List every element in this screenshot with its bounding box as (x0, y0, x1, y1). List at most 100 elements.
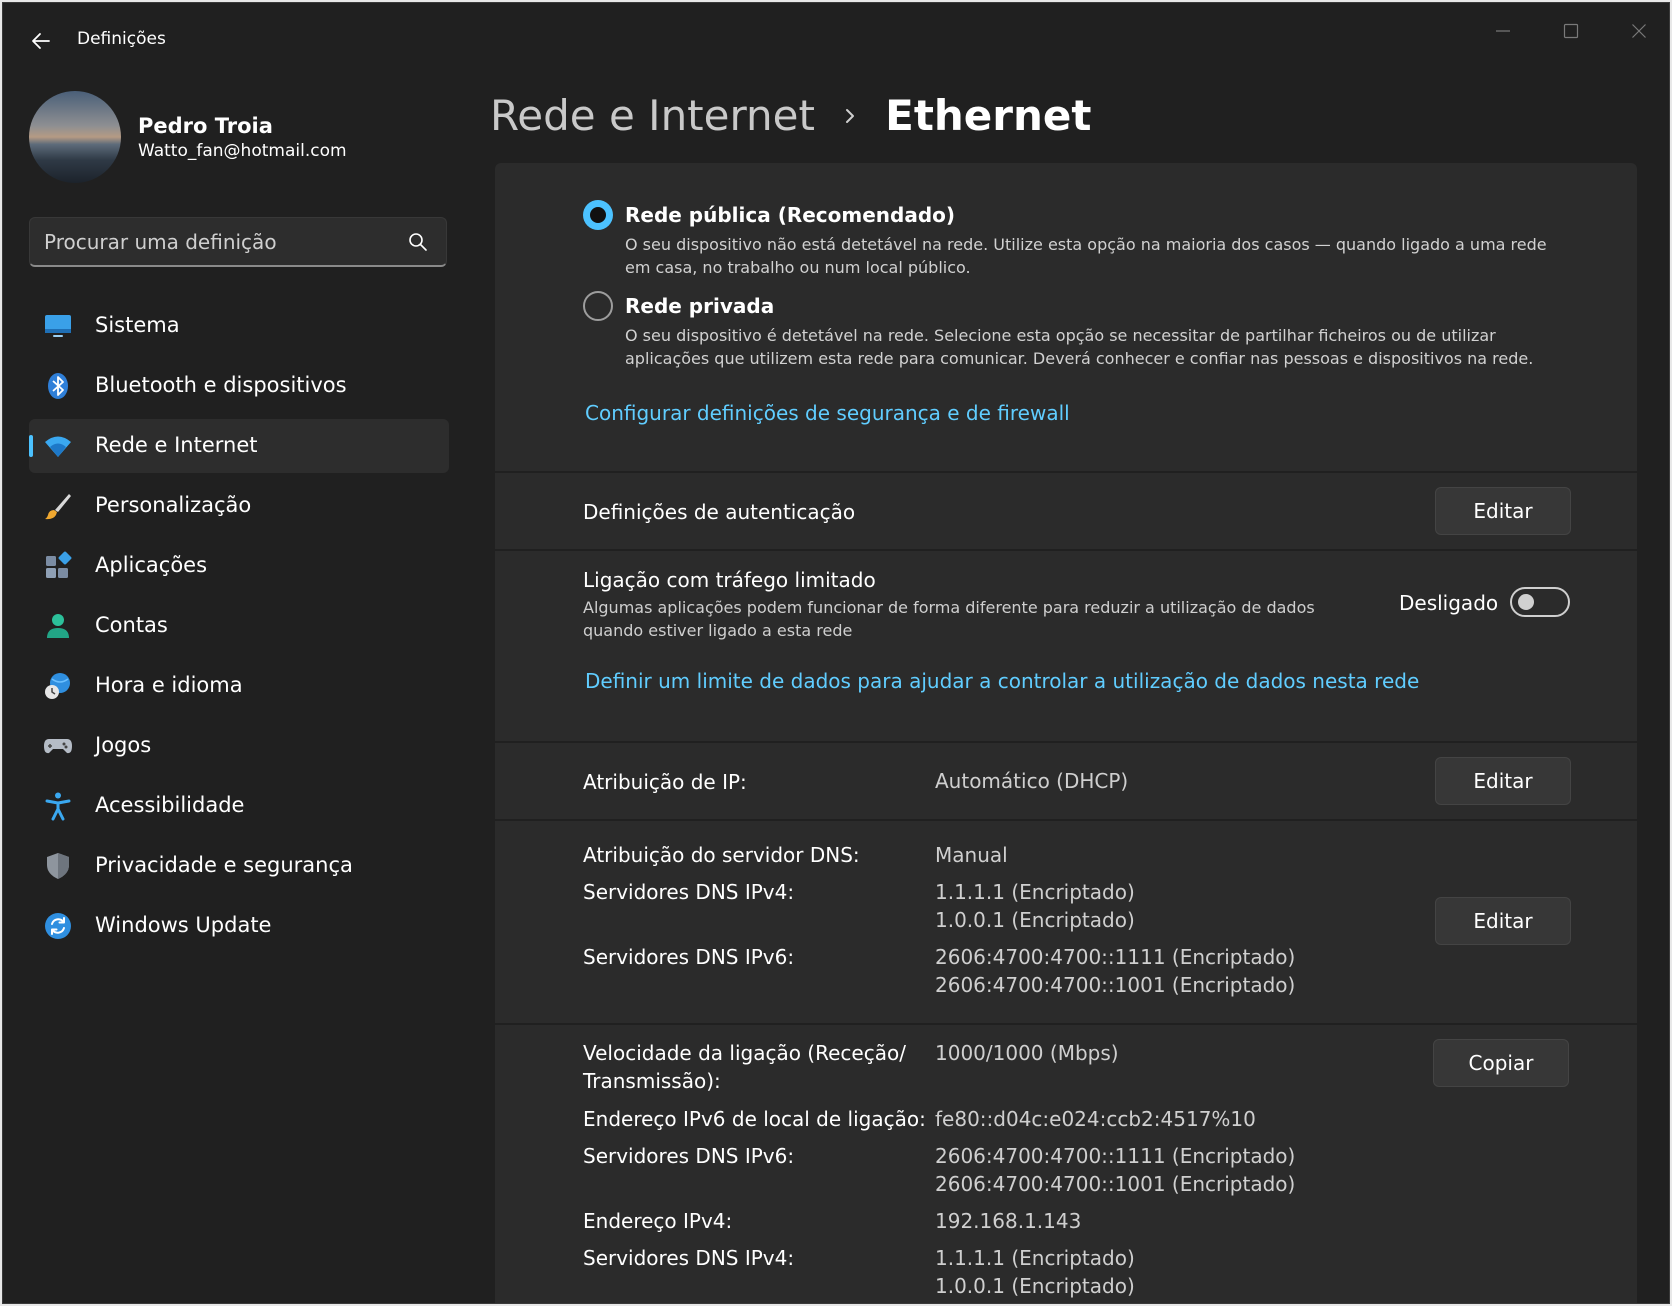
avatar[interactable] (29, 91, 121, 183)
private-network-title: Rede privada (625, 294, 775, 318)
dns-assignment-label: Atribuição do servidor DNS: (583, 843, 860, 867)
dns-ipv4-value-2: 1.0.0.1 (Encriptado) (935, 908, 1135, 932)
dns-ipv4-value-1: 1.1.1.1 (Encriptado) (935, 880, 1135, 904)
bluetooth-icon (48, 373, 68, 399)
network-profile-card: Rede pública (Recomendado) O seu disposi… (495, 163, 1637, 471)
close-button[interactable] (1617, 15, 1661, 45)
sidebar-item-label: Sistema (95, 313, 180, 337)
sidebar-item-label: Rede e Internet (95, 433, 258, 457)
edit-ip-button[interactable]: Editar (1435, 757, 1571, 805)
link-speed-value: 1000/1000 (Mbps) (935, 1041, 1119, 1065)
public-network-radio[interactable] (583, 200, 613, 230)
apps-icon (46, 551, 72, 578)
back-button[interactable] (25, 25, 57, 57)
metered-toggle-state: Desligado (1399, 591, 1499, 615)
edit-auth-button[interactable]: Editar (1435, 487, 1571, 535)
sidebar-item-sistema[interactable]: Sistema (29, 299, 449, 353)
dns-assignment-value: Manual (935, 843, 1008, 867)
sidebar-item-label: Jogos (95, 733, 152, 757)
prop-dns-ipv6-label: Servidores DNS IPv6: (583, 1144, 795, 1168)
sidebar-item-label: Acessibilidade (95, 793, 245, 817)
ip-assignment-label: Atribuição de IP: (583, 770, 747, 794)
wifi-icon (45, 436, 71, 457)
sidebar-item-label: Contas (95, 613, 168, 637)
ip-assignment-card: Atribuição de IP: Automático (DHCP) Edit… (495, 743, 1637, 819)
breadcrumb: Rede e Internet Ethernet (490, 91, 1091, 147)
sidebar-item-bluetooth[interactable]: Bluetooth e dispositivos (29, 359, 449, 413)
data-limit-link[interactable]: Definir um limite de dados para ajudar a… (585, 669, 1419, 693)
maximize-icon (1563, 23, 1579, 39)
properties-card: Velocidade da ligação (Receção/ Transmis… (495, 1025, 1637, 1303)
dns-ipv6-label: Servidores DNS IPv6: (583, 945, 795, 969)
sidebar-item-label: Windows Update (95, 913, 272, 937)
auth-settings-label: Definições de autenticação (583, 500, 856, 524)
prop-dns-ipv4-value-1: 1.1.1.1 (Encriptado) (935, 1246, 1135, 1270)
sidebar-nav: Sistema Bluetooth e dispositivos Rede e … (29, 299, 449, 959)
close-icon (1632, 24, 1646, 38)
sidebar-item-label: Aplicações (95, 553, 208, 577)
paintbrush-icon (45, 494, 71, 520)
sidebar-item-personalizacao[interactable]: Personalização (29, 479, 449, 533)
accessibility-icon (45, 792, 71, 821)
minimize-button[interactable] (1481, 15, 1525, 45)
prop-dns-ipv4-label: Servidores DNS IPv4: (583, 1246, 795, 1270)
private-network-radio[interactable] (583, 291, 613, 321)
search-box[interactable] (29, 217, 447, 267)
gamepad-icon (44, 739, 72, 754)
chevron-right-icon (820, 105, 880, 126)
title-bar: Definições (3, 3, 1669, 77)
prop-dns-ipv4-value-2: 1.0.0.1 (Encriptado) (935, 1274, 1135, 1298)
sidebar-item-windows-update[interactable]: Windows Update (29, 899, 449, 953)
prop-dns-ipv6-value-1: 2606:4700:4700::1111 (Encriptado) (935, 1144, 1296, 1168)
sidebar-item-acessibilidade[interactable]: Acessibilidade (29, 779, 449, 833)
search-icon[interactable] (408, 232, 428, 252)
metered-connection-desc: Algumas aplicações podem funcionar de fo… (583, 598, 1315, 640)
sidebar-item-label: Hora e idioma (95, 673, 243, 697)
sidebar-item-label: Privacidade e segurança (95, 853, 353, 877)
dns-card: Atribuição do servidor DNS: Manual Servi… (495, 821, 1637, 1023)
metered-connection-card: Ligação com tráfego limitado Algumas apl… (495, 551, 1637, 741)
sidebar-item-aplicacoes[interactable]: Aplicações (29, 539, 449, 593)
page-title: Ethernet (885, 91, 1092, 140)
firewall-settings-link[interactable]: Configurar definições de segurança e de … (585, 401, 1070, 425)
sidebar-item-jogos[interactable]: Jogos (29, 719, 449, 773)
search-input[interactable] (44, 218, 404, 266)
metered-connection-label: Ligação com tráfego limitado (583, 568, 876, 592)
link-speed-label-line1: Velocidade da ligação (Receção/ (583, 1041, 906, 1065)
prop-dns-ipv6-value-2: 2606:4700:4700::1001 (Encriptado) (935, 1172, 1296, 1196)
maximize-button[interactable] (1549, 15, 1593, 45)
dns-ipv4-label: Servidores DNS IPv4: (583, 880, 795, 904)
sidebar-item-rede-internet[interactable]: Rede e Internet (29, 419, 449, 473)
link-local-ipv6-label: Endereço IPv6 de local de ligação: (583, 1107, 926, 1131)
sidebar-item-privacidade[interactable]: Privacidade e segurança (29, 839, 449, 893)
copy-properties-button[interactable]: Copiar (1433, 1039, 1569, 1087)
link-speed-label-line2: Transmissão): (583, 1069, 721, 1093)
link-local-ipv6-value: fe80::d04c:e024:ccb2:4517%10 (935, 1107, 1256, 1131)
sidebar-item-contas[interactable]: Contas (29, 599, 449, 653)
sidebar-item-label: Personalização (95, 493, 252, 517)
toggle-knob (1518, 594, 1534, 610)
private-network-desc: O seu dispositivo é detetável na rede. S… (625, 326, 1534, 368)
public-network-desc: O seu dispositivo não está detetável na … (625, 235, 1547, 277)
breadcrumb-parent[interactable]: Rede e Internet (490, 91, 815, 140)
sidebar-item-hora-idioma[interactable]: Hora e idioma (29, 659, 449, 713)
minimize-icon (1496, 30, 1510, 32)
dns-ipv6-value-1: 2606:4700:4700::1111 (Encriptado) (935, 945, 1296, 969)
arrow-left-icon (32, 33, 50, 49)
sidebar-item-label: Bluetooth e dispositivos (95, 373, 347, 397)
ipv4-address-label: Endereço IPv4: (583, 1209, 733, 1233)
dns-ipv6-value-2: 2606:4700:4700::1001 (Encriptado) (935, 973, 1296, 997)
sync-icon (45, 913, 71, 939)
monitor-icon (45, 315, 71, 337)
edit-dns-button[interactable]: Editar (1435, 897, 1571, 945)
ipv4-address-value: 192.168.1.143 (935, 1209, 1082, 1233)
profile-email: Watto_fan@hotmail.com (138, 141, 347, 161)
auth-settings-card: Definições de autenticação Editar (495, 473, 1637, 549)
app-title: Definições (77, 29, 166, 49)
settings-window: Definições Pedro Troia Watto_fan@hotmail… (2, 2, 1670, 1304)
globe-clock-icon (45, 673, 70, 699)
person-icon (47, 614, 69, 638)
public-network-title: Rede pública (Recomendado) (625, 203, 956, 227)
metered-connection-toggle[interactable] (1510, 587, 1570, 617)
shield-icon (47, 853, 69, 879)
